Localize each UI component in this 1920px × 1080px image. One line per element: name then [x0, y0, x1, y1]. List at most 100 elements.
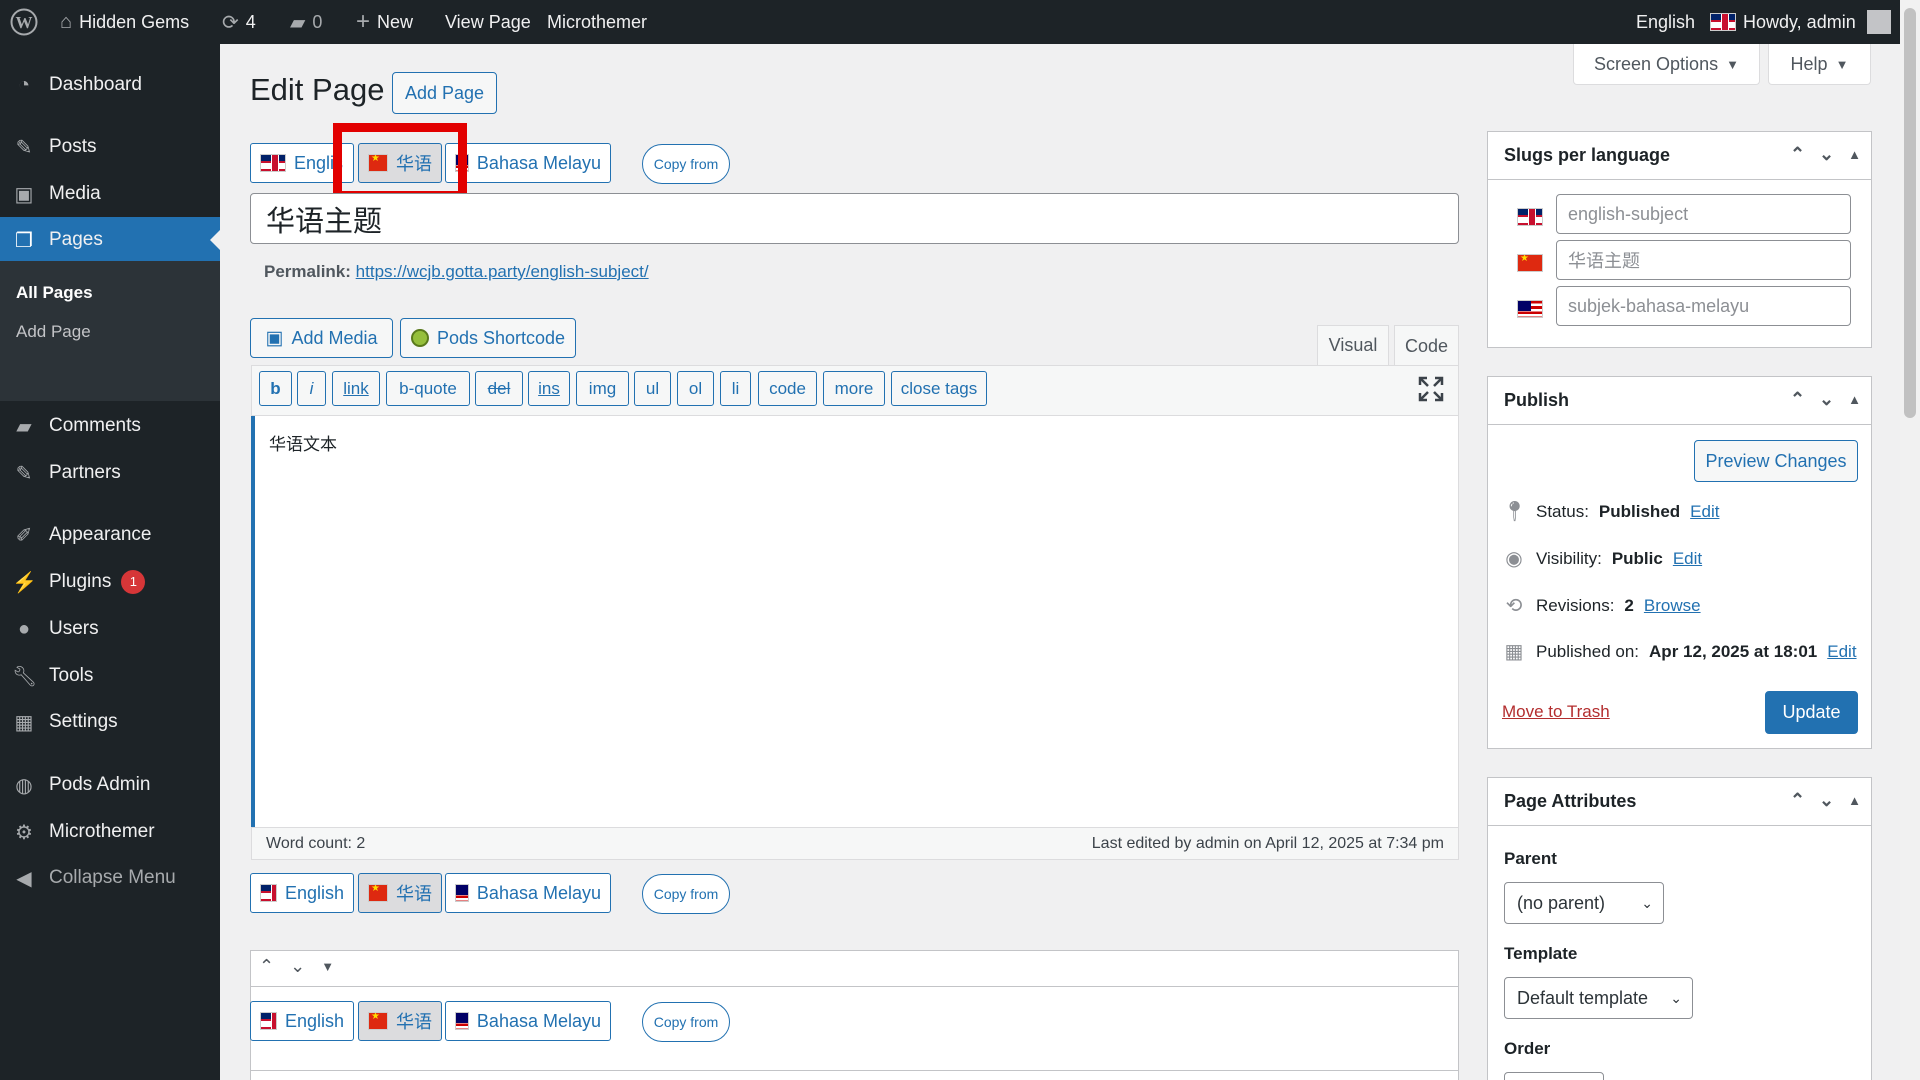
copy-from-button[interactable]: Copy from [642, 1002, 730, 1042]
lang-tab-english[interactable]: English [250, 873, 354, 913]
sidebar-item-dashboard[interactable]: ◔ Dashboard [0, 62, 220, 108]
slug-input-malay[interactable]: subjek-bahasa-melayu [1556, 286, 1851, 326]
move-up-icon[interactable]: ⌃ [1790, 790, 1805, 811]
quicktag-img-button[interactable]: img [576, 371, 629, 406]
sidebar-item-tools[interactable]: 🔧︎ Tools [0, 653, 220, 699]
move-up-icon[interactable]: ⌃ [1790, 144, 1805, 165]
toggle-panel-icon[interactable]: ▲ [1848, 392, 1861, 410]
sidebar-item-settings[interactable]: ▦ Settings [0, 699, 220, 745]
new-label: New [377, 11, 414, 32]
caret-down-icon: ▼ [1835, 56, 1849, 72]
preview-changes-button[interactable]: Preview Changes [1694, 440, 1858, 482]
submenu-add-page[interactable]: Add Page [16, 322, 91, 342]
wordpress-logo-icon[interactable]: W [10, 0, 38, 44]
lang-tab-chinese[interactable]: 华语 [358, 873, 442, 913]
move-down-icon[interactable]: ⌄ [290, 956, 305, 977]
permalink-url[interactable]: https://wcjb.gotta.party/english-subject… [356, 262, 649, 281]
updates-link[interactable]: ⟳ 4 [222, 0, 256, 44]
lang-tab-english[interactable]: English [250, 1001, 354, 1041]
site-name-link[interactable]: ⌂ Hidden Gems [60, 0, 189, 44]
sidebar-item-plugins[interactable]: ⚡ Plugins 1 [0, 559, 220, 605]
quicktag-italic-button[interactable]: i [297, 371, 326, 406]
move-up-icon[interactable]: ⌃ [259, 956, 274, 977]
quicktag-ins-button[interactable]: ins [528, 371, 570, 406]
submenu-all-pages[interactable]: All Pages [16, 283, 93, 303]
slug-input-chinese[interactable]: 华语主题 [1556, 240, 1851, 280]
lang-tab-malay[interactable]: Bahasa Melayu [445, 1001, 611, 1041]
quicktag-code-button[interactable]: code [758, 371, 817, 406]
lang-tab-malay[interactable]: Bahasa Melayu [445, 143, 611, 183]
browse-revisions-link[interactable]: Browse [1644, 596, 1701, 616]
collapse-menu-button[interactable]: ◀ Collapse Menu [0, 855, 220, 901]
quicktag-ul-button[interactable]: ul [634, 371, 671, 406]
sidebar-item-comments[interactable]: ▰ Comments [0, 403, 220, 449]
order-input[interactable] [1504, 1072, 1604, 1080]
sidebar-item-partners[interactable]: ✎ Partners [0, 450, 220, 496]
tab-code[interactable]: Code [1394, 325, 1459, 367]
content-editor[interactable]: 华语文本 [251, 416, 1459, 827]
tab-visual[interactable]: Visual [1317, 325, 1389, 365]
quicktag-bold-button[interactable]: b [259, 371, 292, 406]
move-up-icon[interactable]: ⌃ [1790, 389, 1805, 410]
sidebar-item-media[interactable]: ▣ Media [0, 171, 220, 217]
parent-value: (no parent) [1517, 892, 1606, 913]
toggle-icon[interactable]: ▼ [321, 959, 334, 977]
move-down-icon[interactable]: ⌄ [1819, 144, 1834, 165]
lang-tab-malay[interactable]: Bahasa Melayu [445, 873, 611, 913]
edit-status-link[interactable]: Edit [1690, 502, 1719, 522]
sidebar-item-appearance[interactable]: ✐ Appearance [0, 512, 220, 558]
move-to-trash-link[interactable]: Move to Trash [1502, 702, 1610, 722]
quicktag-ol-button[interactable]: ol [677, 371, 714, 406]
sidebar-item-microthemer[interactable]: ⚙ Microthemer [0, 809, 220, 855]
quicktag-more-button[interactable]: more [823, 371, 885, 406]
quicktag-bquote-button[interactable]: b-quote [386, 371, 470, 406]
template-select[interactable]: Default template ⌄ [1504, 977, 1693, 1019]
add-page-button[interactable]: Add Page [392, 72, 497, 114]
pods-shortcode-label: Pods Shortcode [436, 327, 566, 348]
add-media-label: Add Media [291, 327, 378, 348]
last-edited: Last edited by admin on April 12, 2025 a… [1091, 834, 1444, 852]
sidebar-item-posts[interactable]: ✎ Posts [0, 124, 220, 170]
title-input[interactable]: 华语主题 [250, 193, 1459, 244]
update-button[interactable]: Update [1765, 691, 1858, 734]
language-switcher[interactable]: English [1636, 0, 1737, 44]
plus-icon: + [356, 8, 371, 35]
add-media-button[interactable]: ▣ Add Media [250, 318, 393, 358]
sidebar-item-pages[interactable]: ❐ Pages [0, 217, 220, 263]
screen-options-button[interactable]: Screen Options ▼ [1573, 44, 1760, 85]
toggle-panel-icon[interactable]: ▲ [1848, 793, 1861, 811]
help-button[interactable]: Help ▼ [1768, 44, 1871, 85]
page-attributes-title: Page Attributes [1504, 791, 1637, 811]
parent-select[interactable]: (no parent) ⌄ [1504, 882, 1664, 924]
edit-date-link[interactable]: Edit [1827, 642, 1856, 662]
pods-icon [410, 329, 429, 347]
move-down-icon[interactable]: ⌄ [1819, 790, 1834, 811]
scrollbar-thumb[interactable] [1904, 8, 1916, 418]
sidebar-item-pods-admin[interactable]: ◍ Pods Admin [0, 762, 220, 808]
slug-input-english[interactable]: english-subject [1556, 194, 1851, 234]
uk-flag-icon [1517, 208, 1543, 226]
copy-from-button[interactable]: Copy from [642, 144, 730, 184]
quicktag-close-tags-button[interactable]: close tags [891, 371, 987, 406]
uk-flag-icon [260, 884, 277, 902]
quicktag-link-button[interactable]: link [332, 371, 380, 406]
copy-from-button[interactable]: Copy from [642, 874, 730, 914]
comments-link[interactable]: ▰ 0 [290, 0, 322, 44]
edit-visibility-link[interactable]: Edit [1673, 549, 1702, 569]
microthemer-link[interactable]: Microthemer [547, 0, 647, 44]
quicktag-del-button[interactable]: del [475, 371, 523, 406]
page-scrollbar[interactable] [1900, 0, 1920, 1080]
pods-shortcode-button[interactable]: Pods Shortcode [400, 318, 576, 358]
status-label: Status: [1536, 501, 1589, 521]
new-content-link[interactable]: + New [356, 0, 413, 44]
move-down-icon[interactable]: ⌄ [1819, 389, 1834, 410]
brush-icon: ✐ [15, 524, 33, 547]
toggle-panel-icon[interactable]: ▲ [1848, 147, 1861, 165]
view-page-link[interactable]: View Page [445, 0, 531, 44]
lang-tab-chinese[interactable]: 华语 [358, 1001, 442, 1041]
fullscreen-icon[interactable] [1418, 376, 1444, 402]
my-account-link[interactable]: Howdy, admin [1743, 0, 1891, 44]
settings-icon: ▦ [14, 711, 34, 734]
sidebar-item-users[interactable]: ● Users [0, 606, 220, 652]
quicktag-li-button[interactable]: li [720, 371, 751, 406]
